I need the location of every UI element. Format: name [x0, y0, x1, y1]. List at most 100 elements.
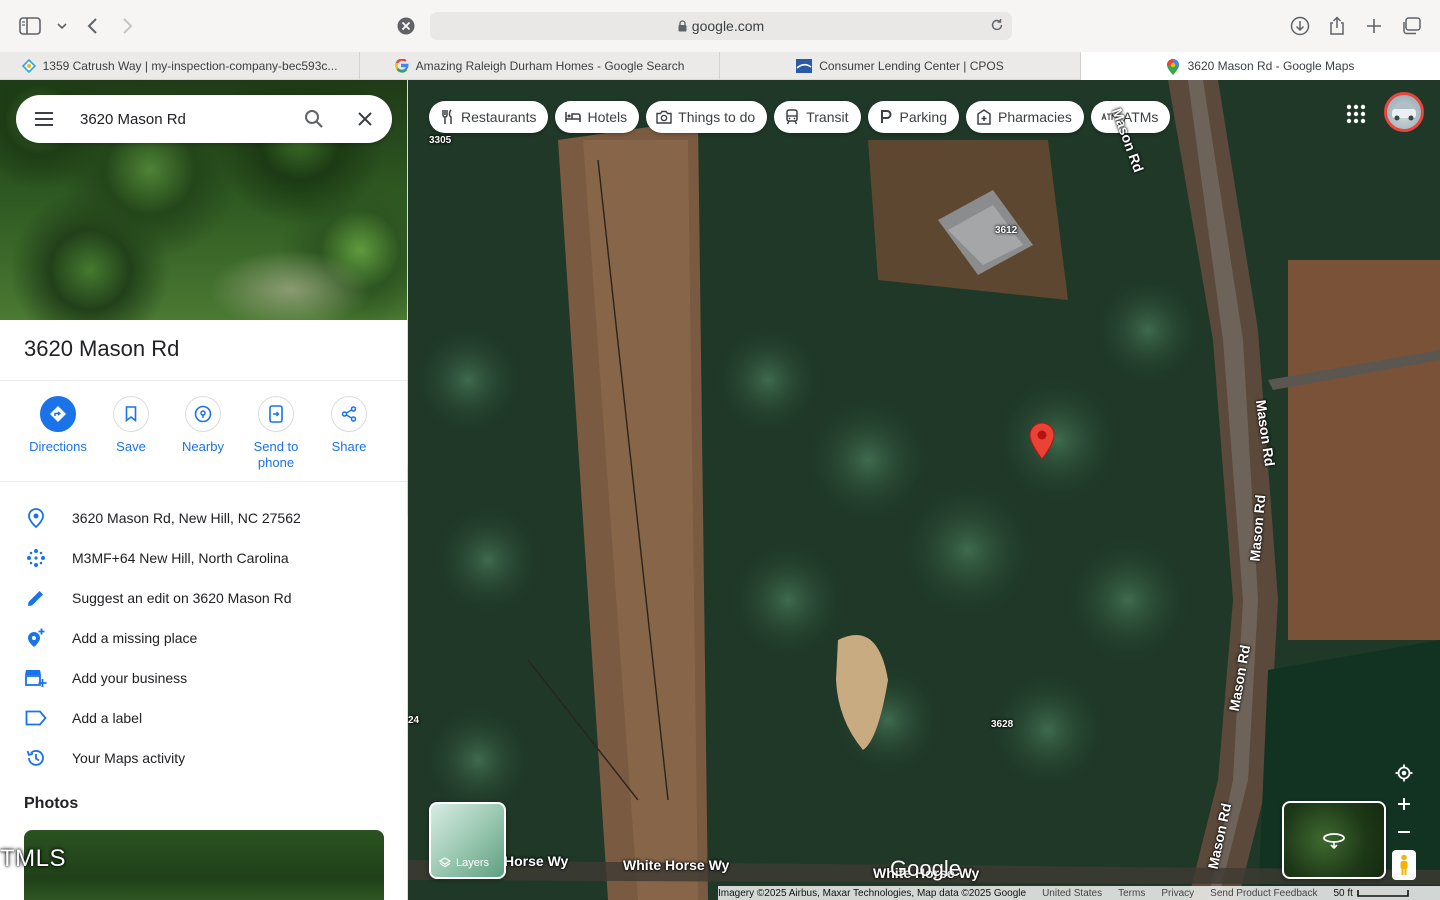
tab-inspection[interactable]: 1359 Catrush Way | my-inspection-company…	[0, 52, 360, 80]
chip-hotels[interactable]: Hotels	[555, 101, 640, 133]
location-marker-icon[interactable]	[1029, 422, 1055, 460]
menu-icon[interactable]	[32, 107, 56, 131]
avatar[interactable]	[1384, 92, 1424, 132]
tab-title: 3620 Mason Rd - Google Maps	[1187, 59, 1355, 73]
forward-icon[interactable]	[116, 14, 140, 38]
imagery-attribution: Imagery ©2025 Airbus, Maxar Technologies…	[718, 887, 1027, 899]
layers-button[interactable]: Layers	[429, 802, 506, 879]
add-business-row[interactable]: Add your business	[0, 658, 407, 698]
parking-icon	[878, 109, 894, 125]
chip-parking[interactable]: Parking	[867, 101, 959, 133]
road-label: Horse Wy	[504, 853, 569, 869]
terms-link[interactable]: Terms	[1118, 888, 1145, 899]
spectora-icon	[21, 59, 36, 73]
road-label: White Horse Wy	[623, 857, 730, 873]
reload-icon[interactable]	[990, 18, 1004, 32]
chip-things-to-do[interactable]: Things to do	[646, 101, 768, 133]
sidebar-toggle-icon[interactable]	[18, 14, 42, 38]
bank-icon	[796, 59, 813, 73]
layers-label: Layers	[456, 857, 490, 869]
share-icon[interactable]	[1325, 14, 1349, 38]
chevron-down-icon[interactable]	[50, 14, 74, 38]
send-to-phone-icon	[258, 396, 294, 432]
share-label: Share	[331, 439, 367, 454]
feedback-link[interactable]: Send Product Feedback	[1210, 888, 1317, 899]
search-icon[interactable]	[302, 107, 326, 131]
satellite-imagery	[408, 80, 1440, 900]
my-location-icon[interactable]	[1390, 759, 1418, 787]
scale-label[interactable]: 50 ft	[1333, 888, 1352, 899]
suggest-edit-row[interactable]: Suggest an edit on 3620 Mason Rd	[0, 578, 407, 618]
maps-pin-icon	[1166, 59, 1181, 75]
nearby-button[interactable]: Nearby	[166, 396, 240, 455]
save-button[interactable]: Save	[94, 396, 168, 455]
photos-heading: Photos	[24, 795, 79, 812]
address-row[interactable]: 3620 Mason Rd, New Hill, NC 27562	[0, 498, 407, 538]
maps-activity-text: Your Maps activity	[72, 750, 186, 766]
suggest-edit-text: Suggest an edit on 3620 Mason Rd	[72, 590, 292, 606]
bed-icon	[565, 109, 582, 125]
action-bar: Directions Save Nearby Send to phone Sha…	[0, 396, 407, 480]
directions-label: Directions	[29, 439, 87, 454]
photo-thumbnail[interactable]	[24, 830, 384, 900]
add-label-row[interactable]: Add a label	[0, 698, 407, 738]
add-business-text: Add your business	[72, 670, 188, 686]
tab-google-search[interactable]: Amazing Raleigh Durham Homes - Google Se…	[360, 52, 720, 80]
tab-google-maps[interactable]: 3620 Mason Rd - Google Maps	[1081, 52, 1440, 80]
plus-code-icon	[24, 546, 48, 570]
map-footer: Imagery ©2025 Airbus, Maxar Technologies…	[718, 886, 1440, 900]
add-label-text: Add a label	[72, 710, 143, 726]
directions-icon	[40, 396, 76, 432]
share-nodes-icon	[331, 396, 367, 432]
fork-knife-icon	[439, 109, 455, 125]
pencil-icon	[24, 586, 48, 610]
chip-label: Transit	[806, 109, 849, 125]
rotate-view-icon	[1323, 833, 1345, 849]
place-title: 3620 Mason Rd	[24, 336, 180, 361]
back-icon[interactable]	[80, 14, 104, 38]
pharmacy-icon	[976, 109, 992, 125]
nearby-label: Nearby	[182, 439, 224, 454]
share-button[interactable]: Share	[312, 396, 386, 455]
camera-icon	[656, 109, 672, 125]
country-link[interactable]: United States	[1042, 888, 1102, 899]
add-missing-place-row[interactable]: Add a missing place	[0, 618, 407, 658]
bookmark-icon	[113, 396, 149, 432]
chip-restaurants[interactable]: Restaurants	[429, 101, 549, 133]
address-bar[interactable]: google.com	[430, 12, 1012, 40]
google-icon	[394, 59, 409, 73]
search-box	[16, 95, 392, 143]
chip-label: Pharmacies	[997, 109, 1072, 125]
address-number-label: 3305	[429, 135, 452, 146]
send-to-phone-button[interactable]: Send to phone	[239, 396, 313, 471]
clear-search-icon[interactable]	[353, 107, 377, 131]
tab-overview-icon[interactable]	[1399, 14, 1423, 38]
site-close-icon[interactable]	[394, 14, 418, 38]
divider	[0, 481, 407, 482]
maps-activity-row[interactable]: Your Maps activity	[0, 738, 407, 778]
chip-pharmacies[interactable]: Pharmacies	[965, 101, 1084, 133]
zoom-out-icon[interactable]	[1390, 818, 1418, 846]
privacy-link[interactable]: Privacy	[1161, 888, 1194, 899]
chip-label: Hotels	[587, 109, 628, 125]
chip-transit[interactable]: Transit	[774, 101, 861, 133]
globe-view-thumbnail[interactable]	[1282, 801, 1386, 879]
new-tab-icon[interactable]	[1362, 14, 1386, 38]
address-text: 3620 Mason Rd, New Hill, NC 27562	[72, 510, 301, 526]
tab-title: Consumer Lending Center | CPOS	[819, 59, 1004, 73]
location-pin-icon	[24, 506, 48, 530]
place-panel: 3620 Mason Rd Directions Save Nearby Sen…	[0, 80, 408, 900]
directions-button[interactable]: Directions	[21, 396, 95, 455]
pegman-icon[interactable]	[1392, 850, 1416, 880]
category-chips: Restaurants Hotels Things to do Transit …	[429, 101, 1171, 133]
zoom-in-icon[interactable]	[1390, 790, 1418, 818]
search-input[interactable]	[80, 107, 290, 131]
map-canvas[interactable]: Restaurants Hotels Things to do Transit …	[408, 80, 1440, 900]
layers-icon	[439, 857, 451, 868]
address-number-label: 3628	[991, 719, 1014, 730]
plus-code-row[interactable]: M3MF+64 New Hill, North Carolina	[0, 538, 407, 578]
download-icon[interactable]	[1288, 14, 1312, 38]
add-missing-place-text: Add a missing place	[72, 630, 198, 646]
apps-grid-icon[interactable]	[1343, 101, 1369, 127]
tab-consumer-lending[interactable]: Consumer Lending Center | CPOS	[720, 52, 1081, 80]
